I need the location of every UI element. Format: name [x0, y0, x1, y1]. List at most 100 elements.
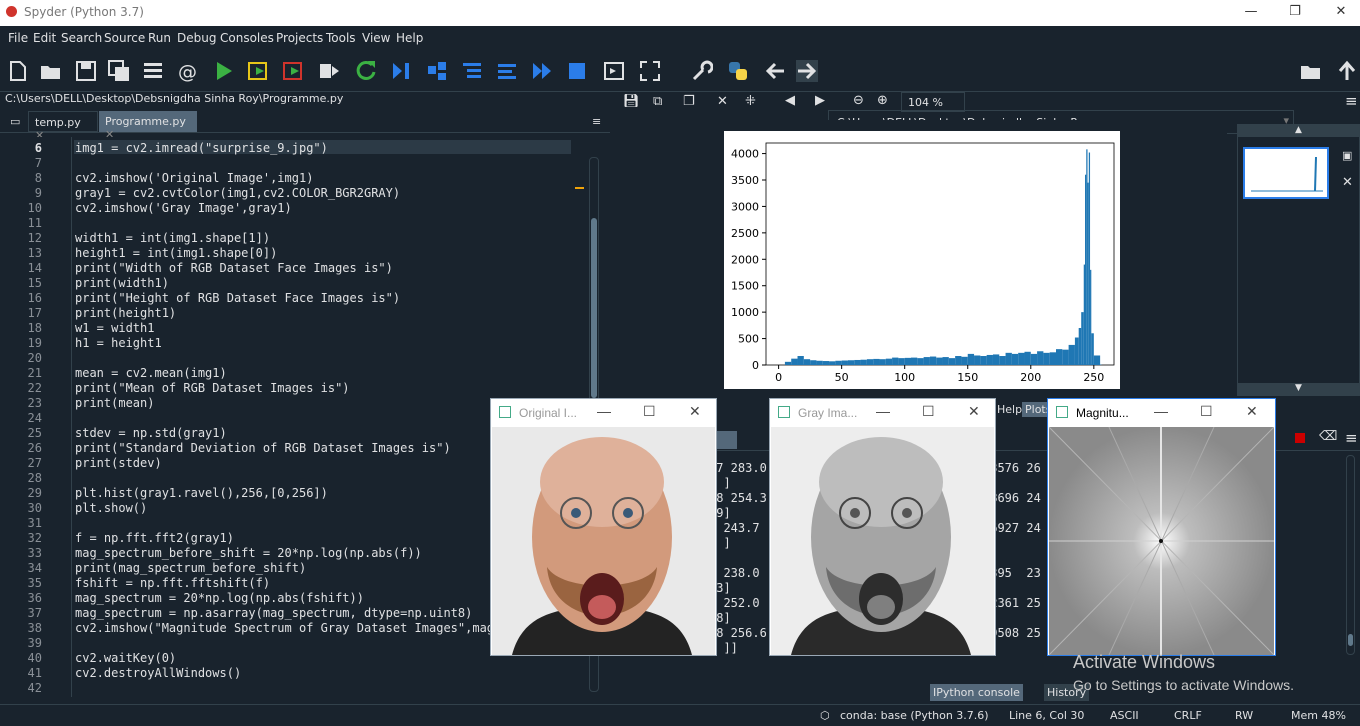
code-line[interactable]: fshift = np.fft.fftshift(f): [75, 576, 270, 590]
gray-image-titlebar[interactable]: Gray Ima... — ☐ ✕: [770, 399, 995, 425]
remove-all-plots-icon[interactable]: ⁜: [745, 94, 756, 109]
zoom-in-icon[interactable]: ⊕: [877, 93, 888, 108]
minimize-button[interactable]: —: [876, 403, 890, 419]
conda-environment[interactable]: conda: base (Python 3.7.6): [840, 709, 989, 722]
code-line[interactable]: height1 = int(img1.shape[0]): [75, 246, 277, 260]
code-line[interactable]: print(mean): [75, 396, 154, 410]
step-icon[interactable]: [426, 60, 448, 82]
fullscreen-icon[interactable]: [639, 60, 661, 82]
maximize-button[interactable]: ☐: [643, 403, 656, 420]
python-path-icon[interactable]: [727, 60, 749, 82]
maximize-button[interactable]: ☐: [1200, 403, 1213, 420]
menu-edit[interactable]: Edit: [33, 31, 56, 45]
previous-plot-icon[interactable]: ◀: [785, 93, 795, 108]
preferences-wrench-icon[interactable]: [691, 60, 713, 82]
tab-temp-py[interactable]: temp.py ✕: [28, 111, 98, 142]
close-button[interactable]: ✕: [689, 403, 701, 420]
close-button[interactable]: ✕: [1326, 2, 1356, 22]
code-line[interactable]: img1 = cv2.imread("surprise_9.jpg"): [75, 141, 328, 155]
browse-directory-icon[interactable]: [1300, 60, 1322, 82]
menu-help[interactable]: Help: [396, 31, 423, 45]
menu-run[interactable]: Run: [148, 31, 171, 45]
email-at-icon[interactable]: @: [177, 60, 199, 82]
code-line[interactable]: cv2.destroyAllWindows(): [75, 666, 241, 680]
scroll-up-icon[interactable]: ▲: [1238, 125, 1359, 137]
parent-directory-icon[interactable]: [1336, 60, 1358, 82]
debug-icon[interactable]: [390, 60, 412, 82]
menu-file[interactable]: File: [8, 31, 28, 45]
code-line[interactable]: f = np.fft.fft2(gray1): [75, 531, 234, 545]
plots-options-menu-icon[interactable]: ≡: [1345, 92, 1358, 110]
stop-debug-icon[interactable]: [566, 60, 588, 82]
code-line[interactable]: print("Height of RGB Dataset Face Images…: [75, 291, 400, 305]
save-all-icon[interactable]: [108, 60, 130, 82]
zoom-out-icon[interactable]: ⊖: [853, 93, 864, 108]
save-file-icon[interactable]: [75, 60, 97, 82]
open-file-icon[interactable]: [40, 60, 62, 82]
next-plot-icon[interactable]: ▶: [815, 93, 825, 108]
original-image-window[interactable]: Original I... — ☐ ✕: [490, 398, 717, 656]
save-thumbnail-icon[interactable]: ▣: [1342, 149, 1352, 162]
menu-tools[interactable]: Tools: [326, 31, 356, 45]
step-into-icon[interactable]: [461, 60, 483, 82]
remove-thumbnail-icon[interactable]: ✕: [1342, 175, 1353, 190]
tab-browse-icon[interactable]: ▭: [4, 111, 26, 132]
menu-source[interactable]: Source: [104, 31, 145, 45]
save-all-plots-icon[interactable]: ⧉: [653, 94, 662, 109]
console-scrollbar[interactable]: [1346, 455, 1355, 655]
plot-thumbnail[interactable]: [1243, 147, 1329, 199]
stop-kernel-icon[interactable]: [1295, 433, 1305, 443]
magnitude-spectrum-window[interactable]: Magnitu... — ☐ ✕: [1047, 398, 1276, 656]
console-scrollbar-thumb[interactable]: [1348, 634, 1353, 646]
code-line[interactable]: h1 = height1: [75, 336, 162, 350]
code-line[interactable]: w1 = width1: [75, 321, 154, 335]
continue-icon[interactable]: [531, 60, 553, 82]
restore-button[interactable]: ❐: [1280, 2, 1310, 22]
tab-help[interactable]: Help: [994, 402, 1026, 417]
code-line[interactable]: mag_spectrum = np.asarray(mag_spectrum, …: [75, 606, 472, 620]
tab-ipython-console[interactable]: IPython console: [930, 684, 1023, 701]
run-icon[interactable]: [213, 60, 235, 82]
console-options-menu-icon[interactable]: ≡: [1345, 429, 1358, 447]
menu-view[interactable]: View: [362, 31, 390, 45]
code-line[interactable]: cv2.waitKey(0): [75, 651, 176, 665]
code-line[interactable]: gray1 = cv2.cvtColor(img1,cv2.COLOR_BGR2…: [75, 186, 400, 200]
browse-tabs-icon[interactable]: [142, 60, 164, 82]
clear-console-icon[interactable]: ⌫: [1319, 429, 1337, 444]
remove-plot-icon[interactable]: ✕: [717, 94, 728, 109]
code-line[interactable]: width1 = int(img1.shape[1]): [75, 231, 270, 245]
minimize-button[interactable]: —: [597, 403, 611, 419]
close-button[interactable]: ✕: [968, 403, 980, 420]
menu-debug[interactable]: Debug: [177, 31, 216, 45]
code-line[interactable]: print("Mean of RGB Dataset Images is"): [75, 381, 350, 395]
editor-scrollbar-thumb[interactable]: [591, 218, 597, 398]
code-line[interactable]: print(height1): [75, 306, 176, 320]
code-line[interactable]: cv2.imshow('Gray Image',gray1): [75, 201, 292, 215]
gray-image-window[interactable]: Gray Ima... — ☐ ✕: [769, 398, 996, 656]
step-return-icon[interactable]: [496, 60, 518, 82]
new-file-icon[interactable]: [7, 60, 29, 82]
code-line[interactable]: cv2.imshow('Original Image',img1): [75, 171, 313, 185]
code-line[interactable]: mean = cv2.mean(img1): [75, 366, 227, 380]
code-line[interactable]: cv2.imshow("Magnitude Spectrum of Gray D…: [75, 621, 501, 635]
code-line[interactable]: print(stdev): [75, 456, 162, 470]
original-image-titlebar[interactable]: Original I... — ☐ ✕: [491, 399, 716, 425]
copy-plot-icon[interactable]: ❐: [683, 94, 695, 109]
forward-arrow-icon[interactable]: [796, 60, 818, 82]
code-line[interactable]: mag_spectrum = 20*np.log(np.abs(fshift)): [75, 591, 364, 605]
maximize-pane-icon[interactable]: [603, 60, 625, 82]
code-line[interactable]: print(width1): [75, 276, 169, 290]
minimize-button[interactable]: —: [1236, 2, 1266, 22]
save-plot-icon[interactable]: 💾︎: [623, 94, 640, 109]
menu-projects[interactable]: Projects: [276, 31, 323, 45]
minimize-button[interactable]: —: [1154, 403, 1168, 419]
code-line[interactable]: print("Width of RGB Dataset Face Images …: [75, 261, 393, 275]
back-arrow-icon[interactable]: [764, 60, 786, 82]
menu-consoles[interactable]: Consoles: [220, 31, 274, 45]
code-line[interactable]: print(mag_spectrum_before_shift): [75, 561, 306, 575]
code-line[interactable]: plt.show(): [75, 501, 147, 515]
run-cell-icon[interactable]: [248, 60, 270, 82]
scroll-down-icon[interactable]: ▼: [1238, 383, 1359, 395]
close-button[interactable]: ✕: [1246, 403, 1258, 420]
tab-programme-py[interactable]: Programme.py ✕: [99, 111, 197, 141]
